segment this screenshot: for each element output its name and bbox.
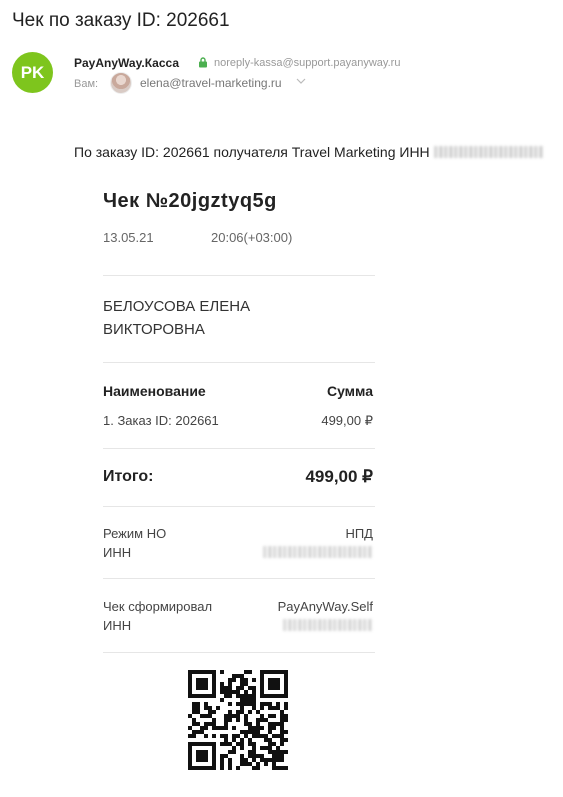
intro-text: По заказу ID: 202661 получателя Travel M…: [74, 144, 430, 160]
tax-mode-value: НПД: [345, 526, 373, 541]
receipt-date: 13.05.21: [103, 230, 154, 245]
item-name: 1. Заказ ID: 202661: [103, 413, 219, 428]
tax-mode-label: Режим НО: [103, 526, 167, 541]
divider: [103, 448, 375, 449]
issuer-label: Чек сформировал: [103, 599, 213, 614]
total-label: Итого:: [103, 468, 154, 485]
receipt-time: 20:06(+03:00): [211, 230, 293, 245]
email-intro: По заказу ID: 202661 получателя Travel M…: [74, 144, 544, 160]
receipt-title: Чек №20jgztyq5g: [103, 190, 277, 212]
redacted-inn: [433, 146, 544, 158]
divider: [103, 652, 375, 653]
sender-avatar[interactable]: PK: [12, 52, 53, 93]
issuer-inn-label: ИНН: [103, 618, 132, 633]
issuer-value: PayAnyWay.Self: [277, 599, 373, 614]
divider: [103, 275, 375, 276]
divider: [103, 506, 375, 507]
redacted-inn: [283, 619, 373, 631]
recipient-avatar: [110, 72, 132, 94]
column-header-name: Наименование: [103, 383, 206, 399]
total-sum: 499,00 ₽: [305, 467, 373, 486]
sender-name[interactable]: PayAnyWay.Касса: [74, 56, 179, 70]
tax-inn-label: ИНН: [103, 545, 132, 560]
recipient-label: Вам:: [74, 78, 99, 90]
redacted-inn: [263, 546, 373, 558]
column-header-sum: Сумма: [326, 383, 373, 399]
divider: [103, 362, 375, 363]
chevron-down-icon[interactable]: [296, 77, 306, 85]
divider: [103, 578, 375, 579]
sender-email[interactable]: noreply-kassa@support.payanyway.ru: [214, 57, 400, 69]
qr-code: [188, 670, 288, 770]
email-subject: Чек по заказу ID: 202661: [12, 10, 230, 31]
lock-icon: [199, 57, 207, 68]
recipient-email[interactable]: elena@travel-marketing.ru: [140, 76, 282, 90]
customer-name: БЕЛОУСОВА ЕЛЕНА ВИКТОРОВНА: [103, 298, 251, 338]
item-sum: 499,00 ₽: [321, 413, 373, 428]
